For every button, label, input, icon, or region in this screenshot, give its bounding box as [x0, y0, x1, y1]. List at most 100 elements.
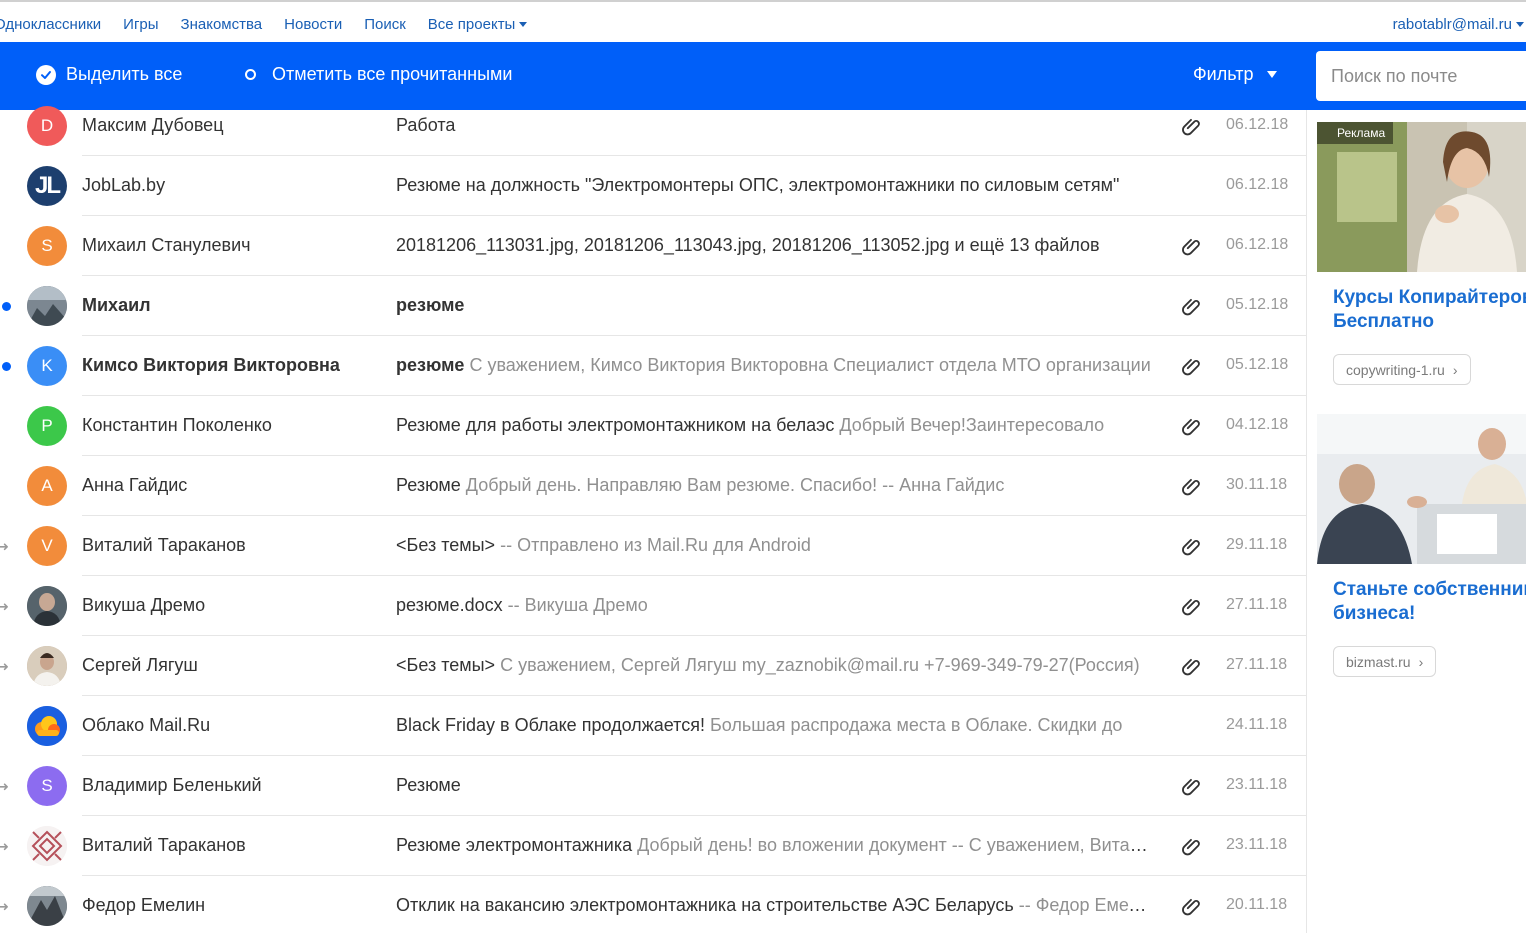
email-subject: Отклик на вакансию электромонтажника на …: [396, 895, 1014, 915]
email-date: 05.12.18: [1226, 356, 1289, 373]
ad-domain-link[interactable]: bizmast.ru ›: [1333, 646, 1437, 677]
attachment-icon[interactable]: [1180, 774, 1202, 796]
email-preview: Резюме: [396, 775, 1154, 796]
attachment-icon[interactable]: [1180, 414, 1202, 436]
ad-domain-link[interactable]: copywriting-1.ru ›: [1333, 354, 1471, 385]
attachment-icon[interactable]: [1180, 234, 1202, 256]
avatar-photo: [27, 706, 67, 746]
email-sender: Облако Mail.Ru: [82, 715, 211, 735]
email-date: 04.12.18: [1226, 416, 1289, 433]
email-date: 27.11.18: [1226, 596, 1288, 613]
email-row[interactable]: S Михаил Станулевич 20181206_113031.jpg, 2…: [0, 216, 1306, 276]
portal-link-games[interactable]: Игры: [123, 16, 158, 33]
ad-title[interactable]: Станьте собственником бизнеса!: [1317, 578, 1526, 626]
filter-dropdown[interactable]: Фильтр: [1193, 64, 1278, 85]
avatar-letter: S: [41, 776, 53, 795]
portal-link-ok[interactable]: Одноклассники: [0, 16, 101, 33]
ad-block[interactable]: Станьте собственником бизнеса! bizmast.r…: [1317, 414, 1526, 677]
email-snippet: Добрый день! во вложении документ -- С у…: [637, 835, 1154, 855]
forwarded-arrow-icon: ➜: [0, 899, 9, 914]
portal-link-search[interactable]: Поиск: [364, 16, 406, 33]
avatar-photo: [27, 886, 67, 926]
select-all-button[interactable]: Выделить все: [36, 64, 182, 85]
attachment-icon[interactable]: [1180, 534, 1202, 556]
email-preview: Резюме Добрый день. Направляю Вам резюме…: [396, 475, 1154, 496]
email-row[interactable]: ➜ S Владимир Беленький Резюме 23.11.18: [0, 756, 1306, 816]
email-row[interactable]: ➜ Сергей Лягуш <Без темы> С уважением, Сер…: [0, 636, 1306, 696]
ad-title-line: Бесплатно: [1333, 311, 1435, 332]
email-date: 23.11.18: [1226, 776, 1288, 793]
ad-title[interactable]: Курсы Копирайтеров Бесплатно: [1317, 286, 1526, 334]
attachment-icon[interactable]: [1180, 114, 1202, 136]
unread-indicator[interactable]: [2, 302, 11, 311]
avatar: [27, 286, 67, 326]
avatar-letter: JL: [34, 172, 61, 199]
check-circle-icon: [36, 64, 56, 85]
portal-link-dating[interactable]: Знакомства: [181, 16, 263, 33]
email-row[interactable]: P Константин Поколенко Резюме для работы э…: [0, 396, 1306, 456]
forwarded-arrow-icon: ➜: [0, 659, 9, 674]
avatar: A: [27, 466, 67, 506]
portal-nav: Одноклассники Игры Знакомства Новости По…: [0, 0, 1526, 42]
search-input[interactable]: [1316, 51, 1526, 101]
filter-label: Фильтр: [1193, 64, 1254, 84]
email-sender: Константин Поколенко: [82, 415, 272, 435]
email-date: 06.12.18: [1226, 116, 1289, 133]
email-row[interactable]: Облако Mail.Ru Black Friday в Облаке прод…: [0, 696, 1306, 756]
email-row[interactable]: Михаил резюме 05.12.18: [0, 276, 1306, 336]
avatar: [27, 826, 67, 866]
search-box: [1316, 51, 1526, 101]
email-snippet: Добрый Вечер!Заинтересовало: [839, 415, 1105, 435]
ad-domain-text: bizmast.ru: [1346, 653, 1411, 670]
email-snippet: С уважением, Кимсо Виктория Викторовна С…: [469, 355, 1151, 375]
forwarded-arrow-icon: ➜: [0, 779, 9, 794]
portal-link-news[interactable]: Новости: [284, 16, 342, 33]
email-row[interactable]: JL JobLab.by Резюме на должность "Электром…: [0, 156, 1306, 216]
ad-image[interactable]: [1317, 414, 1526, 564]
email-sender: Сергей Лягуш: [82, 655, 198, 675]
email-preview: Отклик на вакансию электромонтажника на …: [396, 895, 1154, 916]
avatar: [27, 646, 67, 686]
email-sender: Михаил: [82, 295, 151, 315]
ad-block[interactable]: Реклама Курсы Копирайтеров Бесплатно cop…: [1317, 122, 1526, 385]
email-row[interactable]: ➜ Викуша Дремо резюме.docx -- Викуша Дремо…: [0, 576, 1306, 636]
email-sender: Виталий Тараканов: [82, 835, 246, 855]
attachment-icon[interactable]: [1180, 294, 1202, 316]
email-row[interactable]: D Максим Дубовец Работа 06.12.18: [0, 96, 1306, 156]
ad-title-line: Курсы Копирайтеров: [1333, 287, 1526, 308]
email-date: 05.12.18: [1226, 296, 1289, 313]
divider: [1306, 110, 1307, 933]
attachment-icon[interactable]: [1180, 474, 1202, 496]
select-all-label: Выделить все: [66, 64, 183, 84]
email-row[interactable]: K Кимсо Виктория Викторовна резюме С уваже…: [0, 336, 1306, 396]
avatar-letter: D: [40, 116, 54, 135]
portal-links: Одноклассники Игры Знакомства Новости По…: [0, 16, 549, 33]
email-sender: Михаил Станулевич: [82, 235, 251, 255]
email-preview: Black Friday в Облаке продолжается! Боль…: [396, 715, 1154, 736]
avatar-letter: V: [41, 536, 53, 555]
email-row[interactable]: ➜ V Виталий Тараканов <Без темы> -- Отправл…: [0, 516, 1306, 576]
email-date: 27.11.18: [1226, 656, 1288, 673]
email-sender: Викуша Дремо: [82, 595, 206, 615]
email-preview: резюме: [396, 295, 1154, 316]
email-subject: резюме: [396, 295, 465, 315]
email-preview: Резюме на должность "Электромонтеры ОПС,…: [396, 175, 1154, 196]
avatar-photo: [27, 586, 67, 626]
attachment-icon[interactable]: [1180, 834, 1202, 856]
attachment-icon[interactable]: [1180, 894, 1202, 916]
email-row[interactable]: ➜ Виталий Тараканов Резюме электромонтажни…: [0, 816, 1306, 876]
unread-indicator[interactable]: [2, 362, 11, 371]
mark-all-read-button[interactable]: Отметить все прочитанными: [245, 64, 512, 85]
attachment-icon[interactable]: [1180, 354, 1202, 376]
email-row[interactable]: A Анна Гайдис Резюме Добрый день. Направля…: [0, 456, 1306, 516]
attachment-icon[interactable]: [1180, 654, 1202, 676]
attachment-icon[interactable]: [1180, 594, 1202, 616]
chevron-down-icon: [519, 22, 528, 27]
forwarded-arrow-icon: ➜: [0, 539, 9, 554]
all-projects-menu[interactable]: Все проекты: [428, 16, 528, 33]
email-date: 06.12.18: [1226, 176, 1289, 193]
user-menu[interactable]: rabotablr@mail.ru: [1393, 16, 1524, 33]
email-row[interactable]: ➜ Федор Емелин Отклик на вакансию электром…: [0, 876, 1306, 933]
ad-image[interactable]: Реклама: [1317, 122, 1526, 272]
email-subject: Работа: [396, 115, 456, 135]
